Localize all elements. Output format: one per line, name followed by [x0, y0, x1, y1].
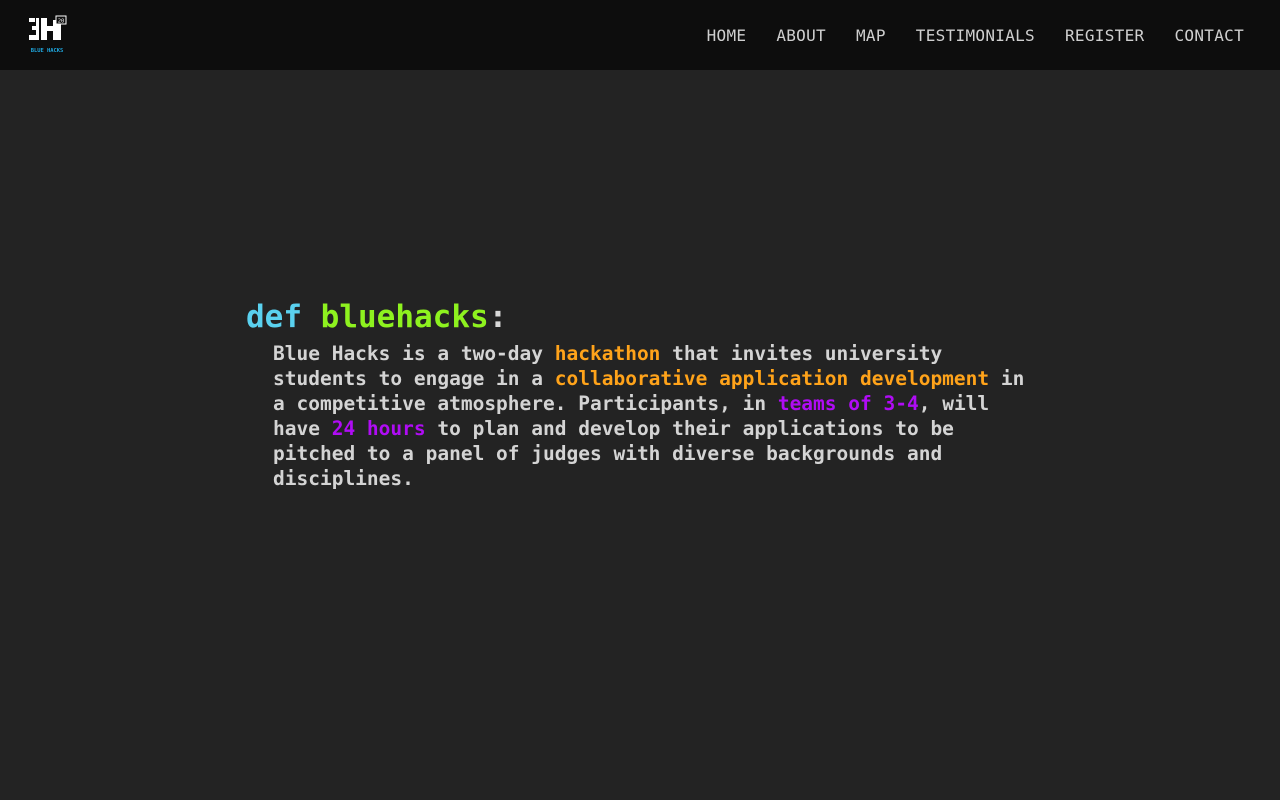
logo-subtext: BLUE HACKS: [31, 48, 63, 54]
nav-testimonials-link[interactable]: TESTIMONIALS: [916, 26, 1035, 45]
main-navigation: HOME ABOUT MAP TESTIMONIALS REGISTER CON…: [677, 0, 1244, 70]
nav-home-link[interactable]: HOME: [707, 26, 747, 45]
def-keyword: def: [246, 299, 302, 335]
highlight-collaborative-development: collaborative application development: [554, 367, 990, 390]
hero-code-heading: def bluehacks:: [246, 297, 1046, 337]
blue-hacks-logo-icon: 20 BLUE HACKS: [29, 15, 67, 54]
hero-section: def bluehacks: Blue Hacks is a two-day h…: [246, 297, 1046, 491]
logo-badge: 20: [58, 19, 65, 25]
navbar: 20 BLUE HACKS HOME ABOUT MAP TESTIMONIAL…: [0, 0, 1280, 70]
nav-about-link[interactable]: ABOUT: [776, 26, 826, 45]
description-text: Blue Hacks is a two-day: [273, 342, 555, 365]
highlight-hackathon: hackathon: [554, 342, 661, 365]
hero-description: Blue Hacks is a two-day hackathon that i…: [273, 341, 1043, 491]
nav-register-link[interactable]: REGISTER: [1065, 26, 1144, 45]
highlight-duration: 24 hours: [331, 417, 426, 440]
heading-colon: :: [488, 299, 508, 335]
blue-hacks-logo[interactable]: 20 BLUE HACKS: [26, 14, 68, 56]
nav-map-link[interactable]: MAP: [856, 26, 886, 45]
function-name: bluehacks: [320, 299, 489, 335]
highlight-team-size: teams of 3-4: [777, 392, 919, 415]
nav-contact-link[interactable]: CONTACT: [1174, 26, 1244, 45]
